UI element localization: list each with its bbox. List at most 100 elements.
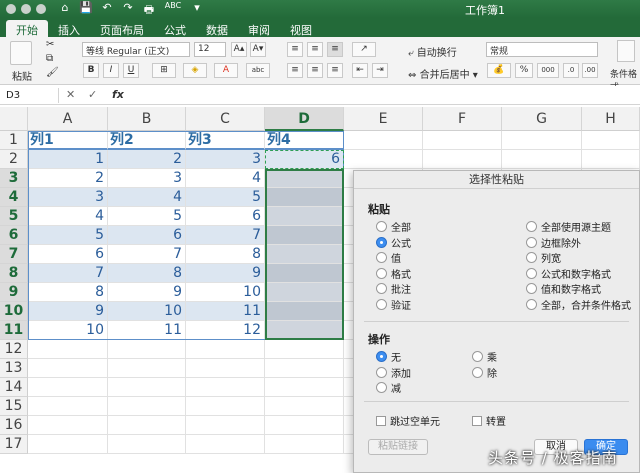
borders-icon[interactable]: ⊞ [152, 63, 176, 78]
row-header-6[interactable]: 6 [0, 226, 28, 245]
row-header-11[interactable]: 11 [0, 321, 28, 340]
insert-function-button[interactable]: fx [112, 88, 124, 101]
data-cell[interactable]: 10 [108, 302, 186, 321]
paste-extra-option-5[interactable]: 全部，合并条件格式 [526, 297, 631, 312]
selected-cell[interactable] [265, 188, 344, 207]
row-header-14[interactable]: 14 [0, 378, 28, 397]
paste-extra-option-2[interactable]: 列宽 [526, 250, 561, 265]
cell[interactable] [28, 397, 108, 416]
cell[interactable] [28, 435, 108, 454]
confirm-icon[interactable]: ✓ [88, 88, 97, 101]
cell[interactable] [423, 150, 502, 169]
cell[interactable] [344, 150, 423, 169]
cell[interactable] [28, 378, 108, 397]
selected-cell[interactable] [265, 169, 344, 188]
data-cell[interactable]: 10 [28, 321, 108, 340]
column-header-a[interactable]: A [28, 107, 108, 131]
data-cell[interactable]: 6 [265, 150, 344, 169]
percent-button[interactable]: % [515, 63, 533, 78]
tab-view[interactable]: 视图 [280, 20, 322, 37]
data-cell[interactable]: 4 [186, 169, 265, 188]
cell[interactable] [265, 359, 344, 378]
cell[interactable] [108, 397, 186, 416]
data-cell[interactable]: 11 [186, 302, 265, 321]
align-left-icon[interactable]: ≡ [287, 63, 303, 78]
formula-input[interactable] [132, 88, 632, 103]
increase-decimal-icon[interactable]: .0 [563, 63, 579, 78]
column-header-h[interactable]: H [582, 107, 640, 131]
orientation-icon[interactable]: ↗ [352, 42, 376, 57]
bold-button[interactable]: B [83, 63, 99, 78]
cell[interactable] [28, 359, 108, 378]
underline-button[interactable]: U [123, 63, 139, 78]
cell[interactable] [108, 416, 186, 435]
selected-cell[interactable] [265, 321, 344, 340]
column-header-c[interactable]: C [186, 107, 265, 131]
cell[interactable] [108, 378, 186, 397]
column-header-f[interactable]: F [423, 107, 502, 131]
paste-option-0[interactable]: 全部 [376, 219, 411, 234]
align-right-icon[interactable]: ≡ [327, 63, 343, 78]
paste-button[interactable]: 粘贴 [12, 68, 32, 83]
copy-icon[interactable]: ⧉ [46, 53, 53, 64]
data-cell[interactable]: 8 [28, 283, 108, 302]
row-header-15[interactable]: 15 [0, 397, 28, 416]
data-cell[interactable]: 3 [28, 188, 108, 207]
row-header-7[interactable]: 7 [0, 245, 28, 264]
cell[interactable] [186, 435, 265, 454]
data-cell[interactable]: 11 [108, 321, 186, 340]
cut-icon[interactable]: ✂ [46, 39, 54, 50]
format-painter-icon[interactable]: 🖌 [46, 67, 59, 78]
decrease-decimal-icon[interactable]: .00 [582, 63, 598, 78]
paste-extra-option-0[interactable]: 全部使用源主题 [526, 219, 611, 234]
data-cell[interactable]: 8 [108, 264, 186, 283]
header-cell[interactable]: 列3 [186, 131, 265, 150]
decrease-indent-icon[interactable]: ⇤ [352, 63, 368, 78]
paste-option-2[interactable]: 值 [376, 250, 401, 265]
tab-home[interactable]: 开始 [6, 20, 48, 37]
cell[interactable] [502, 150, 582, 169]
fill-color-icon[interactable]: ◈ [183, 63, 207, 78]
tab-review[interactable]: 审阅 [238, 20, 280, 37]
cell[interactable] [28, 340, 108, 359]
data-cell[interactable]: 1 [28, 150, 108, 169]
merge-center-button[interactable]: ⇔ 合并后居中 ▾ [408, 66, 478, 81]
header-cell[interactable]: 列1 [28, 131, 108, 150]
row-header-16[interactable]: 16 [0, 416, 28, 435]
cell[interactable] [344, 131, 423, 150]
paste-option-1[interactable]: 公式 [376, 235, 411, 250]
number-format-select[interactable]: 常规 [486, 42, 598, 57]
selected-cell[interactable] [265, 302, 344, 321]
align-center-icon[interactable]: ≡ [307, 63, 323, 78]
skip-blanks-checkbox[interactable]: 跳过空单元 [376, 413, 440, 428]
column-header-g[interactable]: G [502, 107, 582, 131]
column-header-e[interactable]: E [344, 107, 423, 131]
data-cell[interactable]: 3 [108, 169, 186, 188]
row-header-9[interactable]: 9 [0, 283, 28, 302]
paste-link-button[interactable]: 粘贴链接 [368, 439, 428, 455]
data-cell[interactable]: 6 [108, 226, 186, 245]
decrease-font-icon[interactable]: A▾ [250, 42, 266, 57]
column-header-d[interactable]: D [265, 107, 344, 131]
paste-option-5[interactable]: 验证 [376, 297, 411, 312]
align-middle-icon[interactable]: ≡ [307, 42, 323, 57]
paste-extra-option-3[interactable]: 公式和数字格式 [526, 266, 611, 281]
cell[interactable] [28, 416, 108, 435]
data-cell[interactable]: 5 [186, 188, 265, 207]
font-name-select[interactable]: 等线 Regular (正文) [82, 42, 190, 57]
tab-data[interactable]: 数据 [196, 20, 238, 37]
increase-indent-icon[interactable]: ⇥ [372, 63, 388, 78]
cell[interactable] [186, 340, 265, 359]
selected-cell[interactable] [265, 283, 344, 302]
currency-icon[interactable]: 💰 [487, 63, 511, 78]
paste-option-4[interactable]: 批注 [376, 281, 411, 296]
data-cell[interactable]: 9 [108, 283, 186, 302]
cell[interactable] [186, 416, 265, 435]
selected-cell[interactable] [265, 245, 344, 264]
data-cell[interactable]: 9 [28, 302, 108, 321]
paste-extra-option-4[interactable]: 值和数字格式 [526, 281, 601, 296]
cell[interactable] [186, 359, 265, 378]
data-cell[interactable]: 3 [186, 150, 265, 169]
tab-formulas[interactable]: 公式 [154, 20, 196, 37]
row-header-17[interactable]: 17 [0, 435, 28, 454]
